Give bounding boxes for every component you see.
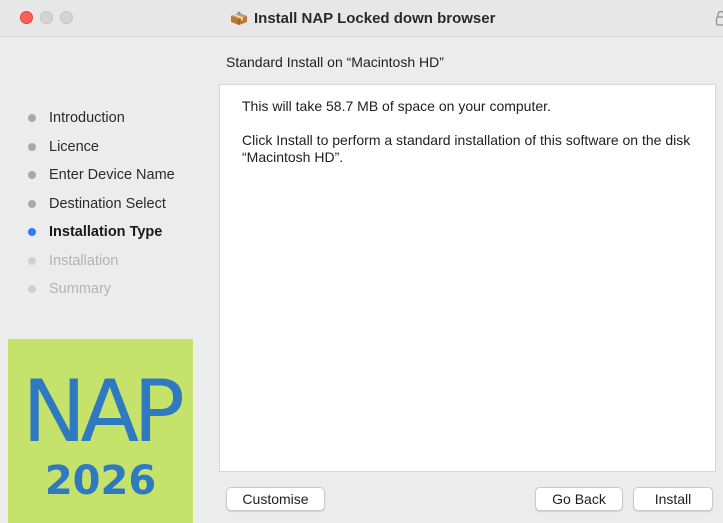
step-dot-icon — [28, 256, 36, 265]
title-bar[interactable]: Install NAP Locked down browser — [0, 0, 723, 37]
step-installation: Installation — [28, 247, 175, 276]
step-installation-type: Installation Type — [28, 218, 175, 247]
close-button[interactable] — [20, 11, 33, 24]
content-panel: This will take 58.7 MB of space on your … — [219, 84, 716, 472]
step-dot-icon — [28, 285, 36, 294]
package-icon — [231, 11, 247, 25]
step-label: Installation Type — [49, 224, 163, 241]
customise-button[interactable]: Customise — [226, 487, 325, 511]
step-dot-icon — [28, 114, 36, 123]
lock-icon — [715, 10, 723, 26]
window-title: Install NAP Locked down browser — [254, 9, 496, 27]
step-destination-select: Destination Select — [28, 190, 175, 219]
step-summary: Summary — [28, 275, 175, 304]
space-required-text: This will take 58.7 MB of space on your … — [242, 98, 551, 114]
step-dot-icon — [28, 171, 36, 180]
installer-window: Install NAP Locked down browser Standard… — [0, 0, 723, 523]
step-list: Introduction Licence Enter Device Name D… — [28, 104, 175, 304]
install-button[interactable]: Install — [633, 487, 713, 511]
step-introduction: Introduction — [28, 104, 175, 133]
install-instructions-text: Click Install to perform a standard inst… — [242, 132, 691, 165]
logo-text: NAP — [21, 362, 185, 462]
step-label: Destination Select — [49, 195, 166, 212]
step-label: Installation — [49, 252, 119, 269]
install-subtitle: Standard Install on “Macintosh HD” — [226, 54, 444, 70]
step-label: Enter Device Name — [49, 167, 175, 184]
step-label: Introduction — [49, 110, 125, 127]
step-licence: Licence — [28, 133, 175, 162]
logo-year: 2026 — [44, 458, 157, 504]
step-enter-device-name: Enter Device Name — [28, 161, 175, 190]
step-dot-icon — [28, 142, 36, 151]
minimize-button[interactable] — [40, 11, 53, 24]
step-dot-icon — [28, 199, 36, 208]
step-label: Licence — [49, 138, 99, 155]
nap-logo: NAP 2026 — [8, 339, 193, 523]
step-label: Summary — [49, 281, 112, 298]
zoom-button[interactable] — [60, 11, 73, 24]
window-title-group: Install NAP Locked down browser — [230, 8, 495, 28]
go-back-button[interactable]: Go Back — [535, 487, 623, 511]
step-dot-icon — [28, 228, 36, 237]
